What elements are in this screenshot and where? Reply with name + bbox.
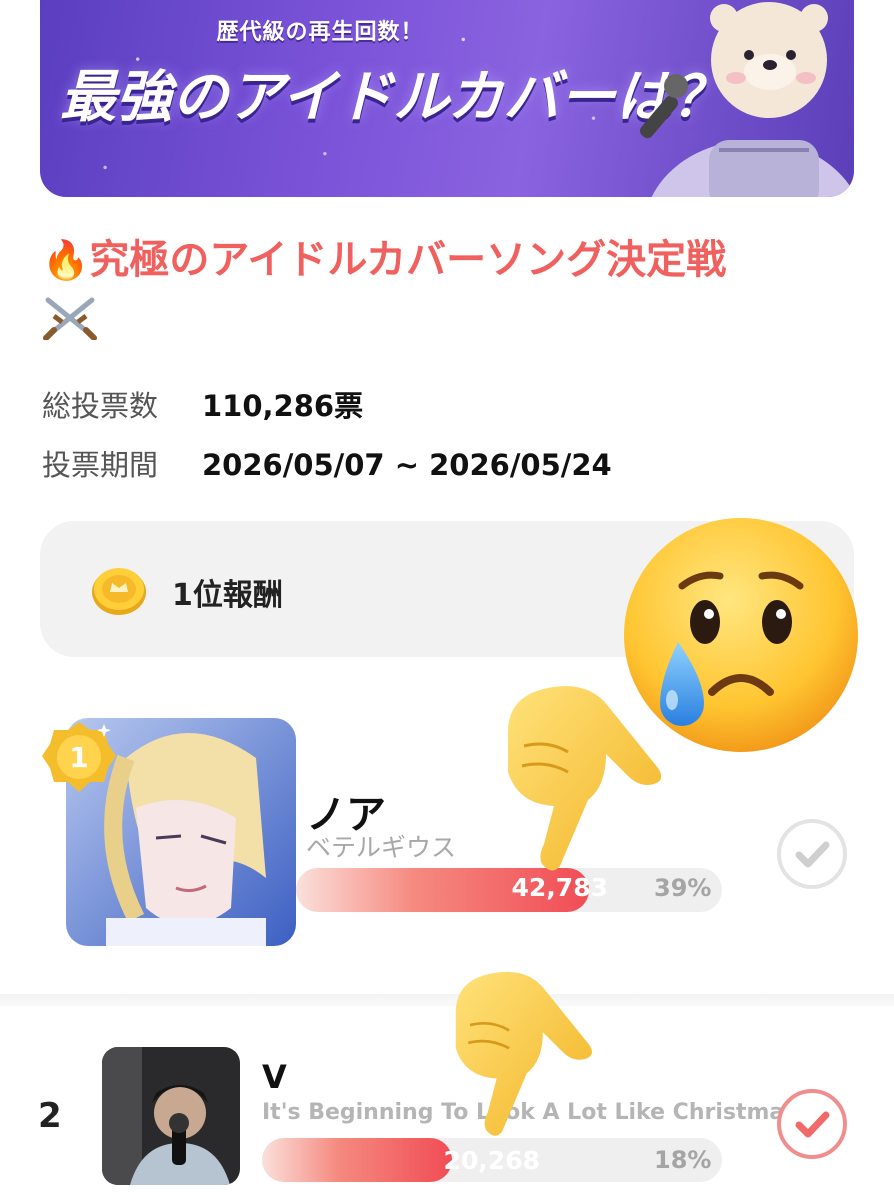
entry-1-votes: 42,783: [511, 873, 608, 902]
entry-2-votes: 20,268: [443, 1146, 540, 1175]
entry-2-thumbnail: [102, 1047, 240, 1185]
event-banner[interactable]: 歴代級の再生回数！ 最強のアイドルカバーは？: [40, 0, 854, 197]
total-votes-value: 110,286票: [202, 389, 364, 423]
voting-period-label: 投票期間: [42, 448, 159, 482]
entry-2-name: V: [262, 1058, 287, 1096]
entry-2-percent: 18%: [654, 1146, 712, 1174]
contest-title: 🔥究極のアイドルカバーソング決定戦: [42, 232, 852, 288]
entry-1-song: ベテルギウス: [306, 833, 457, 862]
entry-2-rank: 2: [38, 1096, 62, 1136]
banner-subtitle: 歴代級の再生回数！: [216, 20, 424, 45]
bear-mascot-icon: [640, 2, 854, 197]
crossed-swords-icon: [43, 297, 97, 340]
entry-2-vote-checkmark-icon[interactable]: [776, 1088, 848, 1160]
first-place-reward-label: 1位報酬: [172, 578, 283, 613]
pointing-hand-icon: [455, 971, 592, 1136]
voting-period-row: 投票期間 2026/05/07 ~ 2026/05/24: [42, 442, 612, 484]
rank-medal-icon: 1: [42, 722, 116, 792]
fire-icon: 🔥: [42, 238, 90, 282]
banner-title: 最強のアイドルカバーは？: [60, 65, 728, 130]
contest-title-text: 究極のアイドルカバーソング決定戦: [89, 237, 727, 283]
pointing-hand-icon: [507, 686, 662, 871]
entry-1-percent: 39%: [654, 874, 712, 902]
total-votes-label: 総投票数: [42, 389, 159, 423]
total-votes-row: 総投票数 110,286票: [42, 383, 363, 425]
coin-icon: [92, 568, 146, 615]
rank-medal-number: 1: [69, 741, 88, 774]
voting-period-value: 2026/05/07 ~ 2026/05/24: [202, 448, 612, 482]
entry-1-vote-checkmark-icon[interactable]: [776, 818, 848, 890]
